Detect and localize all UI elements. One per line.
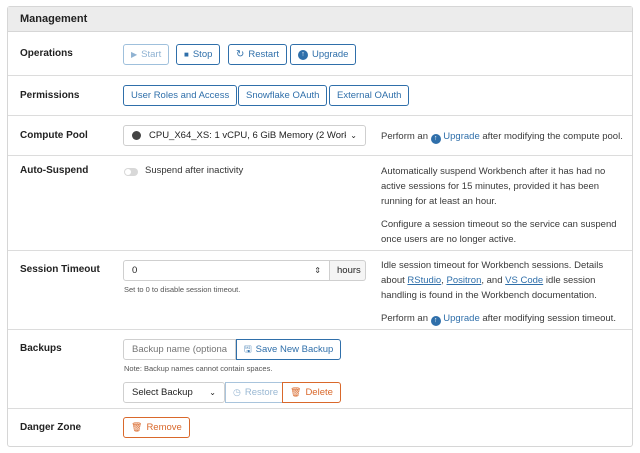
arrow-up-circle-icon: ↑	[430, 134, 441, 144]
vscode-link[interactable]: VS Code	[505, 275, 543, 286]
upgrade-button[interactable]: ↑ Upgrade	[290, 44, 357, 65]
danger-zone-label: Danger Zone	[20, 422, 82, 433]
restart-icon: ↻	[236, 49, 245, 60]
compute-pool-row: Compute Pool CPU_X64_XS: 1 vCPU, 6 GiB M…	[8, 116, 632, 156]
suspend-toggle[interactable]	[124, 168, 138, 176]
external-oauth-button[interactable]: External OAuth	[329, 85, 410, 106]
stop-label: Stop	[192, 49, 213, 60]
upgrade-label: Upgrade	[312, 49, 349, 60]
clock-restore-icon: ◷	[233, 387, 241, 397]
compute-pool-label: Compute Pool	[20, 130, 88, 141]
play-icon: ▶	[131, 50, 138, 59]
session-sep-2: , and	[481, 275, 503, 286]
arrow-up-circle-icon: ↑	[430, 316, 441, 326]
trash-icon: 🗑	[131, 422, 143, 432]
backup-name-input[interactable]	[123, 339, 236, 360]
compute-pool-desc-before: Perform an	[381, 131, 428, 142]
compute-pool-value: CPU_X64_XS: 1 vCPU, 6 GiB Memory (2 Work…	[149, 130, 347, 141]
suspend-toggle-label: Suspend after inactivity	[145, 165, 244, 176]
auto-suspend-row: Auto-Suspend Suspend after inactivity Au…	[8, 156, 632, 251]
stop-icon: ■	[184, 50, 189, 59]
compute-pool-select[interactable]: CPU_X64_XS: 1 vCPU, 6 GiB Memory (2 Work…	[123, 125, 366, 146]
trash-icon: 🗑	[290, 387, 302, 397]
permissions-label: Permissions	[20, 90, 80, 101]
select-backup-label: Select Backup	[132, 387, 193, 398]
backup-note: Note: Backup names cannot contain spaces…	[124, 364, 273, 373]
stop-button[interactable]: ■ Stop	[176, 44, 221, 65]
compute-pool-description: Perform an ↑ Upgrade after modifying the…	[381, 129, 626, 144]
session-timeout-value: 0	[132, 265, 138, 276]
auto-suspend-desc-1: Automatically suspend Workbench after it…	[381, 166, 606, 207]
start-button[interactable]: ▶ Start	[123, 44, 170, 65]
start-label: Start	[141, 49, 162, 60]
backups-row: Backups 🖫 Save New Backup Note: Backup n…	[8, 330, 632, 409]
user-roles-button[interactable]: User Roles and Access	[123, 85, 238, 106]
database-save-icon: 🖫	[244, 344, 252, 354]
gear-icon	[132, 131, 141, 140]
session-timeout-input[interactable]: 0 ⇕	[123, 260, 330, 281]
select-backup-dropdown[interactable]: Select Backup ⌄	[123, 382, 225, 403]
session-timeout-row: Session Timeout 0 ⇕ hours Set to 0 to di…	[8, 251, 632, 330]
rstudio-link[interactable]: RStudio	[407, 275, 441, 286]
restore-label: Restore	[244, 387, 279, 398]
auto-suspend-desc-2: Configure a session timeout so the servi…	[381, 219, 617, 245]
restore-button[interactable]: ◷ Restore	[225, 382, 287, 403]
chevron-down-icon: ⌄	[209, 388, 216, 397]
hours-addon: hours	[330, 260, 366, 281]
restart-label: Restart	[248, 49, 280, 60]
compute-pool-upgrade-link[interactable]: Upgrade	[443, 131, 479, 142]
positron-link[interactable]: Positron	[447, 275, 482, 286]
auto-suspend-description: Automatically suspend Workbench after it…	[381, 164, 626, 255]
management-panel: Management Operations ▶ Start ■ Stop ↻ R…	[7, 6, 633, 447]
panel-title: Management	[8, 7, 632, 32]
session-upgrade-link[interactable]: Upgrade	[443, 313, 479, 324]
session-desc2-after: after modifying session timeout.	[482, 313, 616, 324]
session-desc2-before: Perform an	[381, 313, 428, 324]
operations-label: Operations	[20, 48, 73, 59]
save-backup-button[interactable]: 🖫 Save New Backup	[236, 339, 342, 360]
session-timeout-description: Idle session timeout for Workbench sessi…	[381, 258, 626, 334]
danger-zone-row: Danger Zone 🗑 Remove	[8, 409, 632, 446]
save-backup-label: Save New Backup	[255, 344, 334, 355]
chevron-down-icon: ⌄	[350, 131, 357, 140]
delete-label: Delete	[305, 387, 333, 398]
permissions-row: Permissions User Roles and Access Snowfl…	[8, 76, 632, 116]
operations-row: Operations ▶ Start ■ Stop ↻ Restart ↑ Up…	[8, 33, 632, 76]
arrow-up-circle-icon: ↑	[298, 49, 308, 60]
snowflake-oauth-button[interactable]: Snowflake OAuth	[238, 85, 328, 106]
session-timeout-hint: Set to 0 to disable session timeout.	[124, 285, 241, 294]
restart-button[interactable]: ↻ Restart	[228, 44, 288, 65]
auto-suspend-label: Auto-Suspend	[20, 165, 89, 176]
compute-pool-desc-after: after modifying the compute pool.	[482, 131, 623, 142]
session-timeout-label: Session Timeout	[20, 264, 100, 275]
session-sep-1: ,	[441, 275, 444, 286]
spinner-icon[interactable]: ⇕	[314, 266, 321, 275]
backups-label: Backups	[20, 343, 62, 354]
remove-label: Remove	[146, 422, 182, 433]
delete-button[interactable]: 🗑 Delete	[282, 382, 341, 403]
remove-button[interactable]: 🗑 Remove	[123, 417, 190, 438]
